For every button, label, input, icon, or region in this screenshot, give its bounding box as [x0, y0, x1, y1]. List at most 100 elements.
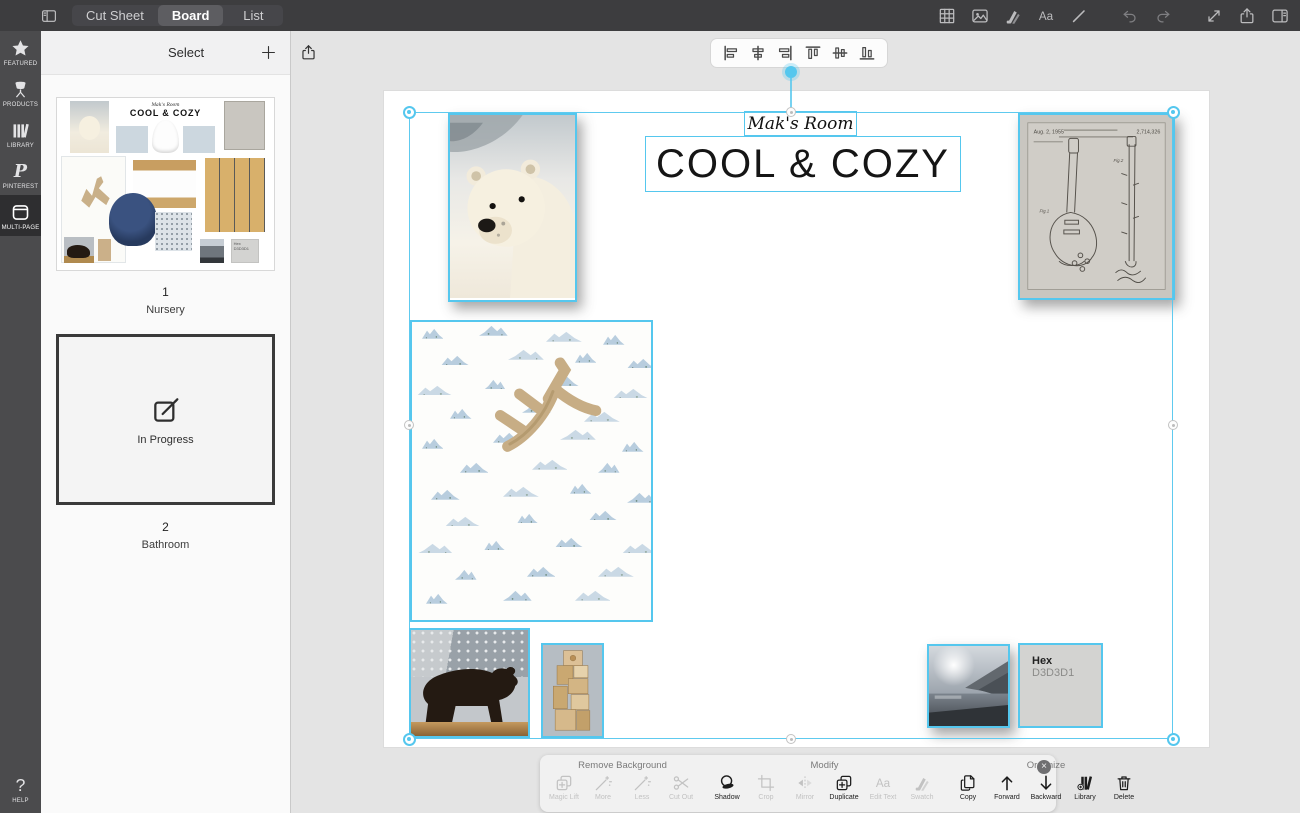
crop-icon: [756, 773, 776, 793]
page-number-2: 2: [56, 520, 275, 534]
sidebar-item-pinterest[interactable]: PPINTEREST: [0, 154, 41, 195]
align-center-vertical-button[interactable]: [830, 43, 850, 63]
align-center-horizontal-button[interactable]: [748, 43, 768, 63]
align-left-button[interactable]: [721, 43, 741, 63]
text-icon[interactable]: Aa: [1036, 6, 1056, 26]
toolbar-item-label: Edit Text: [870, 794, 897, 801]
panel-right-icon[interactable]: [1270, 6, 1290, 26]
wallpaper-mountain-motif: [479, 325, 508, 336]
page-thumbnail-nursery[interactable]: Mak's Room COOL & COZY Hex D3D3D1: [56, 97, 275, 271]
duplicate-button[interactable]: Duplicate: [828, 773, 860, 801]
thumb-polar-bear: [70, 101, 109, 153]
share-icon[interactable]: [1237, 6, 1257, 26]
view-mode-tabs: Cut SheetBoardList: [72, 5, 283, 26]
add-page-button[interactable]: [259, 43, 278, 62]
align-bottom-button[interactable]: [857, 43, 877, 63]
align-right-button[interactable]: [775, 43, 795, 63]
wallpaper-mountain-motif: [417, 385, 453, 396]
tab-board[interactable]: Board: [158, 5, 224, 26]
grid-icon[interactable]: [937, 6, 957, 26]
wallpaper-mountain-motif: [455, 569, 477, 580]
library-button[interactable]: Library: [1069, 773, 1101, 801]
selection-handle-middle-left[interactable]: [404, 420, 414, 430]
wallpaper-antler-image[interactable]: [410, 320, 653, 622]
wallpaper-mountain-motif: [517, 513, 539, 524]
sidebar-toggle-icon[interactable]: [38, 7, 60, 25]
selection-handle-bottom-right[interactable]: [1167, 733, 1180, 746]
wooden-blocks-image[interactable]: [541, 643, 604, 738]
shadow-button[interactable]: Shadow: [711, 773, 743, 801]
bear-figurine-image[interactable]: [409, 628, 530, 738]
wallpaper-mountain-motif: [527, 566, 556, 577]
sidebar-item-label: LIBRARY: [7, 143, 34, 149]
toolbar-section-title: Remove Background: [578, 760, 667, 771]
copy-button[interactable]: Copy: [952, 773, 984, 801]
selection-handle-middle-right[interactable]: [1168, 420, 1178, 430]
sidebar-item-help[interactable]: ? HELP: [0, 768, 41, 809]
thumb-hex-value: D3D3D1: [234, 246, 256, 251]
more-button: More: [587, 773, 619, 801]
thumb-seascape: [200, 239, 224, 263]
selection-handle-top-left[interactable]: [403, 106, 416, 119]
board-subtitle-textbox[interactable]: Mak's Room: [744, 111, 857, 136]
svg-text:?: ?: [16, 775, 26, 795]
pen-icon[interactable]: [1069, 6, 1089, 26]
wallpaper-mountain-motif: [575, 590, 611, 601]
guitar-patent-image[interactable]: Aug. 2, 1955 2,714,326 Fig.1: [1018, 113, 1175, 300]
magic-lift-icon: [554, 773, 574, 793]
toolbar-item-label: Mirror: [796, 794, 814, 801]
image-icon[interactable]: [970, 6, 990, 26]
expand-icon[interactable]: [1204, 6, 1224, 26]
thumb-lamp: [152, 120, 178, 153]
selection-handle-top-center[interactable]: [786, 107, 796, 117]
multipage-icon: [10, 202, 31, 223]
share-page-button[interactable]: [299, 42, 318, 63]
selection-handle-top-right[interactable]: [1167, 106, 1180, 119]
wallpaper-mountain-motif: [422, 328, 444, 339]
board-title-textbox[interactable]: COOL & COZY: [645, 136, 961, 192]
trash-icon: [1114, 773, 1134, 793]
context-toolbar: Remove BackgroundMagic LiftMoreLessCut O…: [540, 755, 1056, 812]
scissors-icon: [671, 773, 691, 793]
shadow-icon: [717, 773, 737, 793]
sidebar-item-featured[interactable]: FEATURED: [0, 31, 41, 72]
copy-icon: [958, 773, 978, 793]
selection-handle-bottom-left[interactable]: [403, 733, 416, 746]
tab-list[interactable]: List: [223, 5, 283, 26]
delete-button[interactable]: Delete: [1108, 773, 1140, 801]
wallpaper-mountain-motif: [570, 483, 592, 494]
wallpaper-mountain-motif: [555, 537, 584, 548]
forward-button[interactable]: Forward: [991, 773, 1023, 801]
polar-bear-image[interactable]: [448, 113, 577, 302]
toolbar-section-modify: ModifyShadowCropMirrorDuplicateAaEdit Te…: [711, 760, 938, 812]
wallpaper-mountain-motif: [627, 358, 653, 369]
svg-text:Aa: Aa: [1039, 10, 1054, 23]
close-toolbar-button[interactable]: ×: [1037, 760, 1051, 774]
arrow-up-icon: [997, 773, 1017, 793]
toolbar-item-label: Crop: [758, 794, 773, 801]
align-top-button[interactable]: [803, 43, 823, 63]
figurine-wood-base: [411, 722, 528, 736]
undo-icon[interactable]: [1120, 6, 1140, 26]
seascape-photo[interactable]: [927, 644, 1010, 728]
svg-text:Fig.1: Fig.1: [1039, 208, 1049, 213]
tab-cut-sheet[interactable]: Cut Sheet: [72, 5, 158, 26]
svg-text:Fig.2: Fig.2: [1114, 158, 1124, 163]
question-icon: ?: [10, 775, 31, 796]
rotation-handle[interactable]: [785, 66, 797, 78]
arrow-down-icon: [1036, 773, 1056, 793]
selection-handle-bottom-center[interactable]: [786, 734, 796, 744]
toolbar-item-label: Swatch: [911, 794, 934, 801]
swatch-icon[interactable]: [1003, 6, 1023, 26]
mirror-icon: [795, 773, 815, 793]
sidebar-item-products[interactable]: PRODUCTS: [0, 72, 41, 113]
sidebar-item-multi-page[interactable]: MULTI-PAGE: [0, 195, 41, 236]
mirror-button: Mirror: [789, 773, 821, 801]
redo-icon[interactable]: [1153, 6, 1173, 26]
select-button[interactable]: Select: [168, 45, 204, 60]
less-button: Less: [626, 773, 658, 801]
backward-button[interactable]: Backward: [1030, 773, 1062, 801]
hex-color-swatch[interactable]: Hex D3D3D1: [1018, 643, 1103, 728]
page-thumbnail-bathroom[interactable]: In Progress: [56, 334, 275, 505]
sidebar-item-library[interactable]: LIBRARY: [0, 113, 41, 154]
